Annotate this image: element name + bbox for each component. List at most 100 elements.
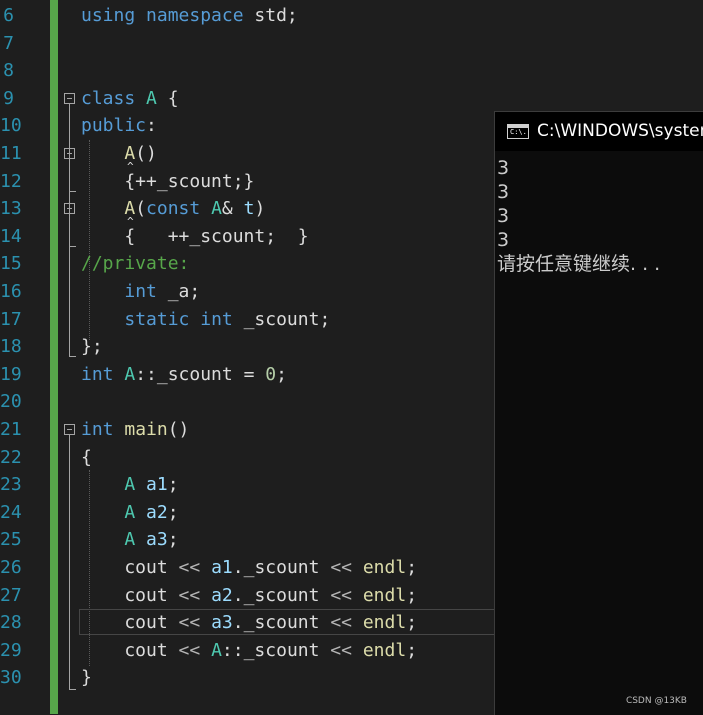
code-token: ; (406, 612, 418, 634)
code-line[interactable]: int main() (81, 420, 189, 440)
line-number: 28 (0, 612, 22, 634)
code-token: ; (406, 639, 418, 661)
code-token: << (330, 584, 352, 606)
code-line[interactable]: } (81, 668, 92, 688)
code-token: cout (81, 639, 179, 661)
code-token: static (124, 308, 190, 330)
code-token: a2 (146, 501, 168, 523)
line-number: 6 (3, 5, 14, 26)
console-output-line: 请按任意键继续. . . (497, 253, 661, 275)
code-token: A (211, 198, 222, 220)
code-line[interactable]: {++_scount;} (81, 170, 255, 192)
line-number: 11 (0, 143, 22, 164)
code-token: cout (81, 557, 179, 578)
code-line[interactable]: A(const A& t) (81, 199, 265, 219)
code-token: } (81, 667, 92, 689)
code-token: & (221, 198, 244, 220)
line-number: 8 (3, 60, 14, 82)
line-number: 12 (0, 170, 22, 192)
code-line[interactable]: class A { (81, 87, 179, 109)
code-token: ; (167, 474, 179, 496)
code-line[interactable]: static int _scount; (81, 308, 331, 330)
code-token: A (124, 474, 136, 496)
code-line[interactable]: int _a; (81, 282, 200, 302)
line-number: 17 (0, 308, 22, 330)
code-line[interactable]: A() (81, 144, 157, 164)
code-token: main (124, 419, 168, 440)
fold-guide (69, 435, 70, 689)
line-number-gutter: 6 7 8 9 10 11 12 13 14 15 16 17 18 19 20 21 22 23 24 25 26 27… (0, 0, 48, 714)
console-window[interactable]: C:\. C:\WINDOWS\system32\cmd.exe 3333请按任… (494, 111, 703, 715)
code-token: _scount; (232, 308, 331, 330)
code-line[interactable]: A a1; (81, 474, 179, 496)
code-token: int (81, 419, 114, 440)
code-line[interactable]: { (81, 447, 92, 468)
code-line[interactable]: cout << a1._scount << endl; (81, 558, 417, 578)
code-token: A (124, 363, 136, 385)
line-number: 22 (0, 446, 22, 468)
code-line[interactable]: cout << A::_scount << endl; (81, 639, 418, 661)
console-output-line: 3 (497, 157, 510, 179)
code-line[interactable]: using namespace std; (81, 6, 298, 26)
code-token: ( (135, 198, 147, 220)
line-number: 13 (0, 198, 22, 220)
code-token: endl (362, 584, 407, 606)
code-token: cout (81, 584, 179, 606)
code-token: << (330, 612, 352, 634)
code-line[interactable]: public: (81, 116, 157, 136)
code-token: A (124, 143, 136, 164)
code-token: {++_scount;} (81, 170, 255, 192)
code-line[interactable]: //private: (81, 254, 189, 274)
line-number: 19 (0, 363, 22, 385)
code-token: ) (254, 198, 266, 220)
code-line[interactable]: int A::_scount = 0; (81, 363, 287, 385)
code-line[interactable]: cout << a3._scount << endl; (81, 613, 417, 633)
line-number: 24 (0, 501, 22, 523)
code-token: { (156, 87, 179, 109)
line-number: 25 (0, 529, 22, 551)
code-token: ._scount (232, 584, 331, 606)
fold-guide-end (69, 191, 76, 192)
fold-collapse-icon[interactable] (64, 424, 75, 435)
code-token: //private: (81, 253, 190, 275)
fold-guide (69, 214, 70, 246)
code-line[interactable]: { ++_scount; } (81, 226, 308, 247)
code-token: t (243, 198, 255, 220)
code-token: _a; (156, 281, 201, 302)
code-line[interactable]: A a2; (81, 501, 179, 523)
squiggle-marker: ^ (127, 215, 134, 228)
code-token: A (211, 639, 222, 661)
console-title-bar[interactable]: C:\. C:\WINDOWS\system32\cmd.exe (495, 112, 703, 151)
change-tracking-bar (50, 0, 58, 714)
code-token: << (330, 639, 352, 661)
code-token: ; (167, 501, 179, 523)
line-number: 14 (0, 225, 22, 247)
code-token: a1 (146, 474, 168, 496)
fold-collapse-icon[interactable] (64, 93, 75, 104)
code-line[interactable]: A a3; (81, 529, 179, 551)
line-number: 16 (0, 281, 22, 302)
line-number: 9 (3, 87, 14, 109)
code-line[interactable]: }; (81, 337, 103, 357)
code-line[interactable]: cout << a2._scount << endl; (81, 584, 417, 606)
code-token: namespace (146, 5, 244, 26)
code-token: 0 (265, 363, 277, 385)
code-token: ; (167, 529, 179, 551)
fold-guide-end (69, 246, 76, 247)
code-token: class (81, 87, 136, 109)
code-token: ._scount (232, 557, 331, 578)
